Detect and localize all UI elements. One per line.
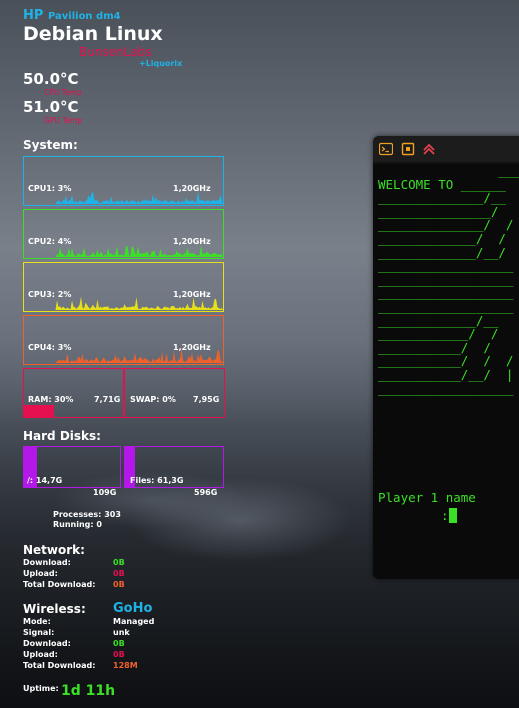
processes-label: Processes: (53, 510, 102, 519)
wifi-mode-value: Managed (113, 617, 155, 626)
cpu3-graph-svg (24, 296, 223, 310)
processes-row: Processes: 303 (53, 510, 121, 519)
files-disk-total: 596G (194, 488, 218, 497)
running-row: Running: 0 (53, 520, 102, 529)
swap-size: 7,95G (193, 395, 220, 404)
terminal-window[interactable]: ______ WELCOME TO ______ ______________/… (373, 136, 519, 579)
wifi-signal-label: Signal: (23, 628, 55, 637)
network-title: Network: (23, 543, 85, 557)
cpu2-graph-svg (24, 245, 223, 257)
swap-label: SWAP: 0% (130, 395, 176, 404)
os-title: Debian Linux (23, 23, 163, 45)
wifi-mode-label: Mode: (23, 617, 51, 626)
cpu1-graph-svg (24, 191, 223, 204)
system-title: System: (23, 138, 78, 152)
cpu1-graph: CPU1: 3% 1,20GHz (23, 156, 224, 206)
swap-bar: SWAP: 0% 7,95G (124, 368, 225, 418)
gpu-temp-value: 51.0°C (23, 98, 79, 116)
cpu2-graph: CPU2: 4% 1,20GHz (23, 209, 224, 259)
cpu1-activity-trace (24, 191, 223, 204)
wifi-upload-label: Upload: (23, 650, 58, 659)
prompt-colon: : (441, 508, 449, 523)
cpu-temp-value: 50.0°C (23, 70, 79, 88)
cpu4-freq: 1,20GHz (173, 343, 211, 352)
cpu1-freq: 1,20GHz (173, 184, 211, 193)
wifi-upload-value: 0B (113, 650, 125, 659)
wifi-total-label: Total Download: (23, 661, 96, 670)
player-name-prompt: Player 1 name (378, 490, 476, 505)
cpu-temp-label: CPU Temp (44, 88, 82, 97)
wifi-download-label: Download: (23, 639, 71, 648)
net-upload-value: 0B (113, 569, 125, 578)
uptime-label: Uptime: (23, 684, 59, 693)
wifi-total-value: 128M (113, 661, 138, 670)
files-disk-bar: Files: 61,3G (124, 446, 224, 488)
net-upload-label: Upload: (23, 569, 58, 578)
uptime-value: 1d 11h (61, 683, 116, 699)
ram-fill (24, 405, 54, 417)
player-name-input[interactable]: : (441, 508, 457, 523)
distro-name: BunsenLabs (79, 45, 152, 59)
wireless-title: Wireless: (23, 602, 86, 616)
terminal-titlebar[interactable] (373, 136, 519, 162)
model-name: Pavilion dm4 (47, 11, 121, 22)
cpu2-freq: 1,20GHz (173, 237, 211, 246)
running-label: Running: (53, 520, 94, 529)
cpu4-graph: CPU4: 3% 1,20GHz (23, 315, 224, 365)
cpu1-label: CPU1: 3% (28, 184, 72, 193)
running-value: 0 (96, 520, 102, 529)
brand-line: HP Pavilion dm4 (23, 8, 121, 23)
root-disk-label: /: 14,7G (27, 476, 63, 485)
terminal-body[interactable]: ______ WELCOME TO ______ ______________/… (373, 164, 519, 579)
ram-bar: RAM: 30% 7,71G (23, 368, 124, 418)
cpu2-label: CPU2: 4% (28, 237, 72, 246)
wireless-ssid: GoHo (113, 601, 153, 616)
brand-name: HP (23, 8, 44, 23)
root-disk-bar: /: 14,7G (23, 446, 121, 488)
ram-label: RAM: 30% (28, 395, 74, 404)
processes-value: 303 (104, 510, 121, 519)
welcome-text: WELCOME TO (378, 176, 454, 192)
net-download-value: 0B (113, 558, 125, 567)
pin-icon[interactable] (401, 142, 415, 156)
cpu3-freq: 1,20GHz (173, 290, 211, 299)
hard-disks-title: Hard Disks: (23, 429, 101, 443)
files-disk-label: Files: 61,3G (130, 476, 184, 485)
cpu3-label: CPU3: 2% (28, 290, 72, 299)
net-total-label: Total Download: (23, 580, 96, 589)
net-total-value: 0B (113, 580, 125, 589)
ram-size: 7,71G (94, 395, 121, 404)
cpu4-label: CPU4: 3% (28, 343, 72, 352)
wifi-signal-value: unk (113, 628, 130, 637)
net-download-label: Download: (23, 558, 71, 567)
text-cursor (448, 508, 457, 523)
wifi-download-value: 0B (113, 639, 125, 648)
ascii-art-banner: ______ WELCOME TO ______ ______________/… (378, 163, 519, 396)
cpu2-activity-trace (24, 245, 223, 257)
cpu4-graph-svg (24, 348, 223, 363)
gpu-temp-label: GPU Temp (44, 116, 83, 125)
cpu3-graph: CPU3: 2% 1,20GHz (23, 262, 224, 312)
terminal-icon[interactable] (379, 142, 393, 156)
kernel-name: +Liquorix (139, 59, 183, 68)
root-disk-total: 109G (93, 488, 117, 497)
roll-up-icon[interactable] (422, 142, 436, 156)
